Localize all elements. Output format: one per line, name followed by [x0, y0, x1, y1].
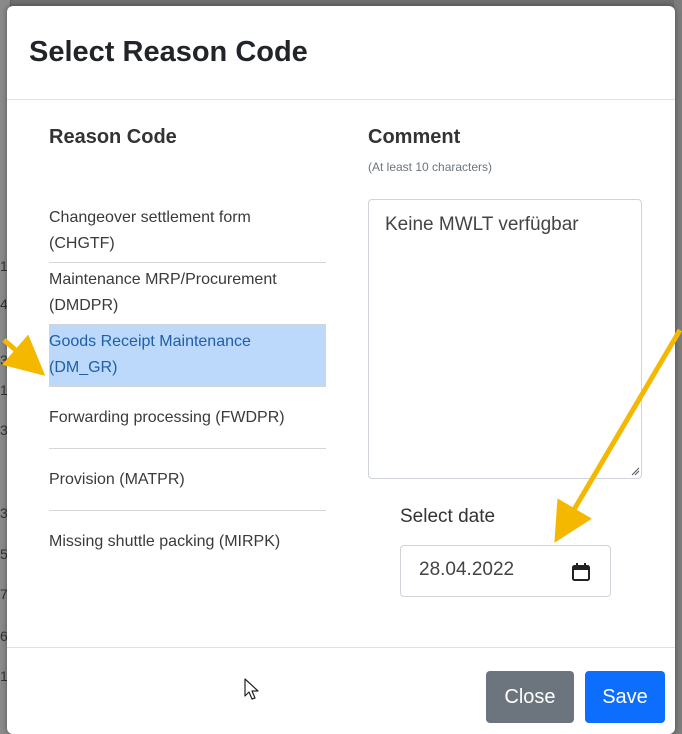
reason-item-label: Forwarding processing (FWDPR)	[49, 409, 285, 426]
comment-textarea[interactable]: Keine MWLT verfügbar	[368, 199, 642, 479]
date-value: 28.04.2022	[419, 559, 515, 580]
reason-item-code: (DMDPR)	[49, 297, 119, 314]
reason-item-dmdpr[interactable]: Maintenance MRP/Procurement (DMDPR)	[49, 263, 326, 325]
reason-item-chgtf[interactable]: Changeover settlement form (CHGTF)	[49, 201, 326, 263]
modal-title: Select Reason Code	[29, 36, 308, 68]
modal-footer: Close Save	[7, 647, 675, 734]
reason-code-list: Changeover settlement form (CHGTF) Maint…	[49, 201, 326, 572]
reason-item-label: Changeover settlement form	[49, 209, 251, 226]
close-button[interactable]: Close	[486, 671, 574, 723]
modal-body: Reason Code Changeover settlement form (…	[7, 100, 675, 648]
reason-item-code: (CHGTF)	[49, 235, 115, 252]
modal-header: Select Reason Code	[7, 6, 675, 100]
reason-item-label: Goods Receipt Maintenance	[49, 333, 251, 350]
calendar-icon[interactable]	[571, 562, 591, 582]
reason-item-label: Provision (MATPR)	[49, 471, 185, 488]
mouse-cursor-icon	[244, 678, 259, 700]
date-label: Select date	[400, 506, 496, 527]
reason-item-mirpk[interactable]: Missing shuttle packing (MIRPK)	[49, 511, 326, 572]
reason-item-code: (DM_GR)	[49, 359, 118, 376]
comment-heading: Comment	[368, 126, 461, 148]
reason-item-fwdpr[interactable]: Forwarding processing (FWDPR)	[49, 387, 326, 449]
reason-code-heading: Reason Code	[49, 126, 177, 148]
reason-item-label: Missing shuttle packing (MIRPK)	[49, 533, 281, 550]
reason-code-modal: Select Reason Code Reason Code Changeove…	[7, 6, 675, 734]
save-button[interactable]: Save	[585, 671, 665, 723]
reason-item-label: Maintenance MRP/Procurement	[49, 271, 277, 288]
resize-grip-icon[interactable]	[630, 466, 640, 476]
date-input[interactable]: 28.04.2022	[400, 545, 611, 597]
reason-item-dm-gr[interactable]: Goods Receipt Maintenance (DM_GR)	[49, 325, 326, 387]
reason-item-matpr[interactable]: Provision (MATPR)	[49, 449, 326, 511]
background-page-edge-right	[674, 0, 682, 734]
comment-hint: (At least 10 characters)	[368, 160, 493, 174]
